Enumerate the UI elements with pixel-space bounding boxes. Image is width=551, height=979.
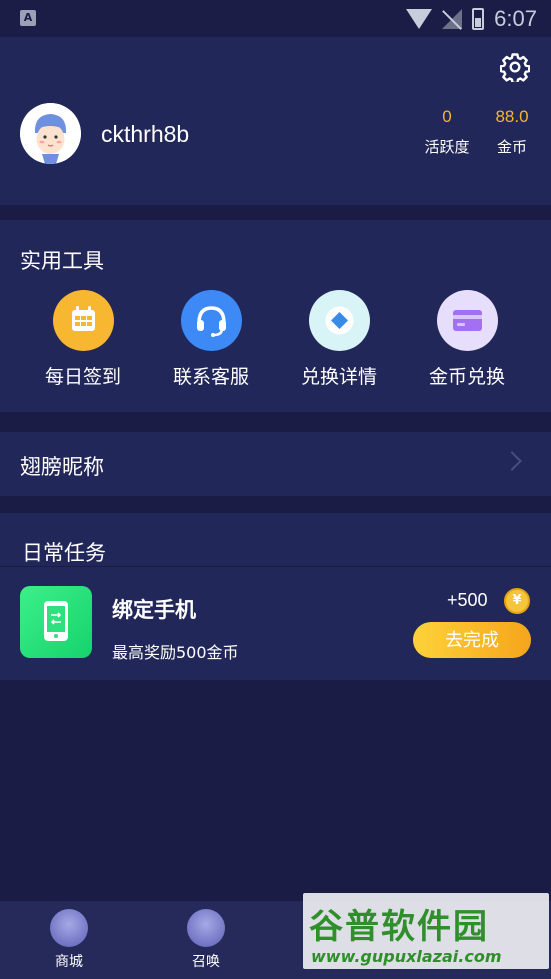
task-title: 绑定手机 <box>112 598 196 622</box>
tool-label: 联系客服 <box>172 366 249 388</box>
status-bar: A 6:07 <box>0 0 551 37</box>
nav-label: 召唤 <box>192 954 220 970</box>
phone-bind-icon <box>20 586 92 658</box>
watermark-url: www.gupuxlazai.com <box>311 947 502 966</box>
tool-coin-exchange[interactable]: 金币兑换 <box>417 290 517 388</box>
no-signal-icon <box>442 9 463 29</box>
tool-daily-checkin[interactable]: 每日签到 <box>33 290 133 388</box>
task-description: 最高奖励500金币 <box>112 643 239 662</box>
stat-coins-label: 金币 <box>496 138 527 156</box>
divider <box>0 566 551 567</box>
coin-icon: ¥ <box>504 588 530 614</box>
daily-tasks-title: 日常任务 <box>22 541 106 565</box>
tool-redeem-details[interactable]: 兑换详情 <box>289 290 389 388</box>
nickname-label: 翅膀昵称 <box>20 455 104 479</box>
settings-gear-icon[interactable] <box>500 52 530 82</box>
username: ckthrh8b <box>101 121 190 147</box>
calendar-icon <box>52 290 114 351</box>
watermark-logo: 谷普软件园 www.gupuxlazai.com <box>303 893 549 969</box>
notification-icon: A <box>20 10 36 26</box>
task-reward: +500 <box>447 590 488 610</box>
diamond-icon <box>308 290 370 351</box>
nickname-row[interactable]: 翅膀昵称 <box>0 432 551 496</box>
tool-label: 每日签到 <box>44 366 121 388</box>
stat-activity-value: 0 <box>442 107 452 126</box>
stat-coins: 88.0 金币 <box>490 107 534 157</box>
avatar-face-icon <box>20 103 81 164</box>
nav-item-shop[interactable]: 商城 <box>29 909 109 971</box>
status-time: 6:07 <box>494 6 537 31</box>
tool-label: 兑换详情 <box>300 366 377 388</box>
complete-task-button[interactable]: 去完成 <box>413 622 531 658</box>
status-icons: 6:07 <box>406 6 537 32</box>
tool-contact-support[interactable]: 联系客服 <box>161 290 261 388</box>
battery-icon <box>472 8 485 30</box>
nav-label: 商城 <box>55 954 83 970</box>
headset-icon <box>180 290 242 351</box>
shop-icon <box>50 909 88 947</box>
tool-label: 金币兑换 <box>428 366 505 388</box>
chevron-right-icon <box>502 451 522 471</box>
nav-item-summon[interactable]: 召唤 <box>166 909 246 971</box>
avatar[interactable] <box>20 103 81 164</box>
tools-title: 实用工具 <box>20 249 104 273</box>
eagle-icon <box>187 909 225 947</box>
stat-activity-label: 活跃度 <box>424 138 470 156</box>
watermark-brand: 谷普软件园 <box>309 907 489 947</box>
card-icon <box>436 290 498 351</box>
wifi-icon <box>406 9 433 29</box>
stat-activity: 0 活跃度 <box>422 107 472 157</box>
stat-coins-value: 88.0 <box>495 107 529 126</box>
